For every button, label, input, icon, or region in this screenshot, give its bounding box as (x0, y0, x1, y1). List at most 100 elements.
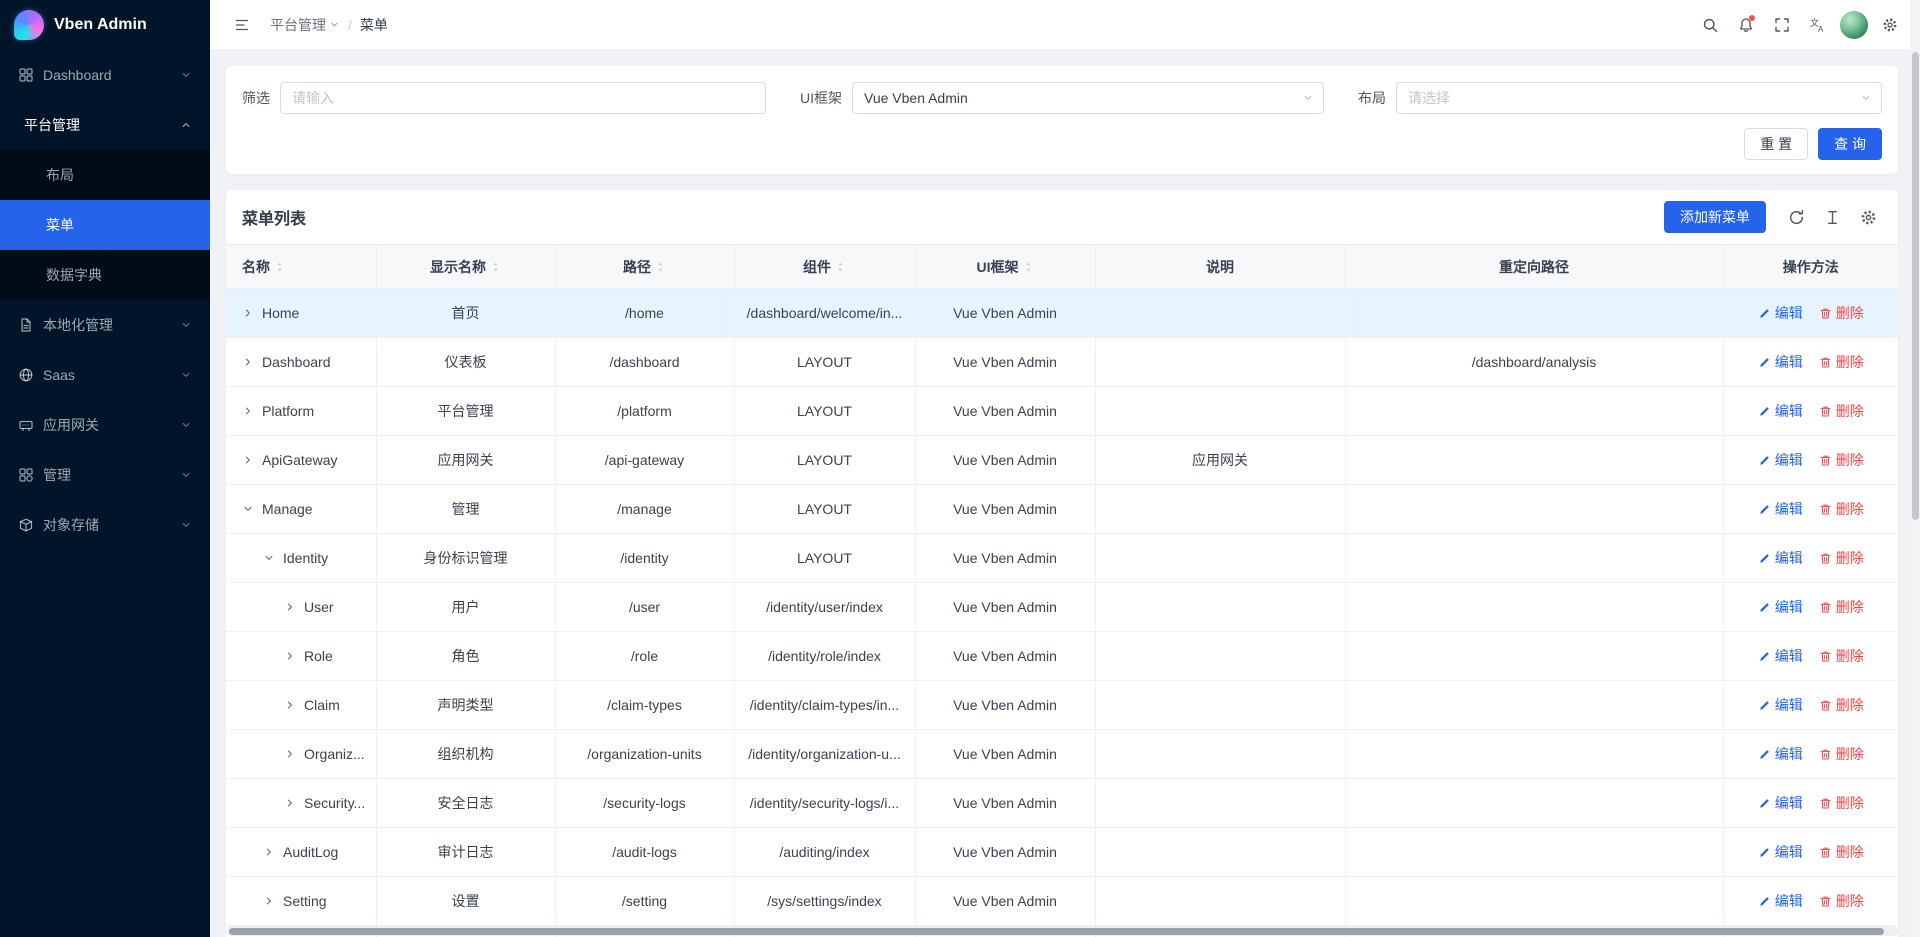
column-header-2[interactable]: 显示名称 (376, 245, 555, 289)
filter-select-3[interactable]: 请选择 (1396, 82, 1882, 114)
sidebar-subitem-数据字典[interactable]: 数据字典 (0, 250, 210, 300)
delete-link[interactable]: 删除 (1819, 499, 1864, 519)
edit-link[interactable]: 编辑 (1758, 450, 1803, 470)
column-header-3[interactable]: 路径 (555, 245, 734, 289)
search-button[interactable] (1694, 9, 1726, 41)
reset-button[interactable]: 重 置 (1744, 128, 1808, 160)
sort-control[interactable] (835, 260, 846, 274)
expand-caret[interactable] (284, 650, 296, 662)
search-button[interactable]: 查 询 (1818, 128, 1882, 160)
add-menu-button[interactable]: 添加新菜单 (1664, 201, 1766, 233)
edit-link[interactable]: 编辑 (1758, 695, 1803, 715)
table-row-Manage[interactable]: Manage管理/manageLAYOUTVue Vben Admin编辑删除 (226, 485, 1898, 534)
expand-caret[interactable] (242, 405, 254, 417)
edit-link[interactable]: 编辑 (1758, 646, 1803, 666)
table-row-Security[interactable]: Security...安全日志/security-logs/identity/s… (226, 779, 1898, 828)
edit-link[interactable]: 编辑 (1758, 499, 1803, 519)
expand-caret[interactable] (242, 454, 254, 466)
edit-link[interactable]: 编辑 (1758, 842, 1803, 862)
breadcrumb-item-1[interactable]: 平台管理 (270, 15, 340, 35)
expand-caret[interactable] (263, 846, 275, 858)
delete-link[interactable]: 删除 (1819, 450, 1864, 470)
table-row-Setting[interactable]: Setting设置/setting/sys/settings/indexVue … (226, 877, 1898, 926)
sidebar-subitem-菜单[interactable]: 菜单 (0, 200, 210, 250)
edit-link[interactable]: 编辑 (1758, 744, 1803, 764)
table-row-Home[interactable]: Home首页/home/dashboard/welcome/in...Vue V… (226, 289, 1898, 338)
table-toolbar: 菜单列表 添加新菜单 (226, 190, 1898, 244)
delete-link[interactable]: 删除 (1819, 842, 1864, 862)
row-height-button[interactable] (1818, 203, 1846, 231)
delete-link[interactable]: 删除 (1819, 401, 1864, 421)
table-row-Organiz[interactable]: Organiz...组织机构/organization-units/identi… (226, 730, 1898, 779)
column-header-1[interactable]: 名称 (226, 245, 376, 289)
sidebar-subitem-布局[interactable]: 布局 (0, 150, 210, 200)
language-button[interactable]: 文A (1802, 9, 1834, 41)
edit-link[interactable]: 编辑 (1758, 303, 1803, 323)
expand-caret[interactable] (284, 748, 296, 760)
sidebar-item-manage[interactable]: 管理 (0, 450, 210, 500)
expand-caret[interactable] (284, 601, 296, 613)
delete-link[interactable]: 删除 (1819, 695, 1864, 715)
edit-link[interactable]: 编辑 (1758, 793, 1803, 813)
sidebar-collapse-button[interactable] (226, 9, 258, 41)
table-row-ApiGateway[interactable]: ApiGateway应用网关/api-gatewayLAYOUTVue Vben… (226, 436, 1898, 485)
edit-link[interactable]: 编辑 (1758, 891, 1803, 911)
horizontal-scrollbar-thumb[interactable] (229, 928, 1884, 935)
edit-link[interactable]: 编辑 (1758, 352, 1803, 372)
table-row-Claim[interactable]: Claim声明类型/claim-types/identity/claim-typ… (226, 681, 1898, 730)
cell-actions: 编辑删除 (1723, 730, 1898, 779)
sort-control[interactable] (655, 260, 666, 274)
edit-link[interactable]: 编辑 (1758, 597, 1803, 617)
table-row-Dashboard[interactable]: Dashboard仪表板/dashboardLAYOUTVue Vben Adm… (226, 338, 1898, 387)
delete-link[interactable]: 删除 (1819, 793, 1864, 813)
table-row-Identity[interactable]: Identity身份标识管理/identityLAYOUTVue Vben Ad… (226, 534, 1898, 583)
delete-link[interactable]: 删除 (1819, 303, 1864, 323)
delete-link[interactable]: 删除 (1819, 597, 1864, 617)
table-row-Role[interactable]: Role角色/role/identity/role/indexVue Vben … (226, 632, 1898, 681)
cell-display-name: 组织机构 (376, 730, 555, 779)
filter-select-2[interactable]: Vue Vben Admin (852, 82, 1324, 114)
filter-input[interactable] (280, 82, 766, 114)
sort-control[interactable] (274, 260, 285, 274)
logo[interactable]: Vben Admin (0, 0, 210, 50)
expand-caret[interactable] (284, 699, 296, 711)
expand-caret[interactable] (242, 307, 254, 319)
sidebar-item-saas[interactable]: Saas (0, 350, 210, 400)
refresh-button[interactable] (1782, 203, 1810, 231)
edit-link[interactable]: 编辑 (1758, 401, 1803, 421)
delete-link[interactable]: 删除 (1819, 891, 1864, 911)
sidebar-item-localization[interactable]: 本地化管理 (0, 300, 210, 350)
user-avatar-button[interactable] (1838, 9, 1870, 41)
column-header-5[interactable]: UI框架 (915, 245, 1095, 289)
collapse-caret[interactable] (263, 552, 275, 564)
notifications-button[interactable] (1730, 9, 1762, 41)
vertical-scrollbar-thumb[interactable] (1912, 52, 1919, 520)
table-row-Platform[interactable]: Platform平台管理/platformLAYOUTVue Vben Admi… (226, 387, 1898, 436)
table-row-User[interactable]: User用户/user/identity/user/indexVue Vben … (226, 583, 1898, 632)
expand-caret[interactable] (263, 895, 275, 907)
horizontal-scrollbar[interactable] (226, 926, 1898, 936)
column-header-4[interactable]: 组件 (734, 245, 915, 289)
table-settings-button[interactable] (1854, 203, 1882, 231)
trash-icon (1819, 650, 1832, 663)
sort-control[interactable] (490, 260, 501, 274)
delete-link[interactable]: 删除 (1819, 744, 1864, 764)
edit-link[interactable]: 编辑 (1758, 548, 1803, 568)
collapse-caret[interactable] (242, 503, 254, 515)
vertical-scrollbar[interactable] (1910, 0, 1920, 937)
fullscreen-button[interactable] (1766, 9, 1798, 41)
delete-link[interactable]: 删除 (1819, 548, 1864, 568)
cell-display-name: 用户 (376, 583, 555, 632)
expand-caret[interactable] (284, 797, 296, 809)
sidebar-item-object-storage[interactable]: 对象存储 (0, 500, 210, 550)
delete-link[interactable]: 删除 (1819, 352, 1864, 372)
sidebar-item-platform[interactable]: 平台管理 (0, 100, 210, 150)
settings-button[interactable] (1874, 9, 1906, 41)
table-row-AuditLog[interactable]: AuditLog审计日志/audit-logs/auditing/indexVu… (226, 828, 1898, 877)
breadcrumb-item-2[interactable]: 菜单 (360, 15, 388, 35)
sidebar-item-api-gateway[interactable]: 应用网关 (0, 400, 210, 450)
expand-caret[interactable] (242, 356, 254, 368)
sidebar-item-dashboard[interactable]: Dashboard (0, 50, 210, 100)
sort-control[interactable] (1023, 260, 1034, 274)
delete-link[interactable]: 删除 (1819, 646, 1864, 666)
